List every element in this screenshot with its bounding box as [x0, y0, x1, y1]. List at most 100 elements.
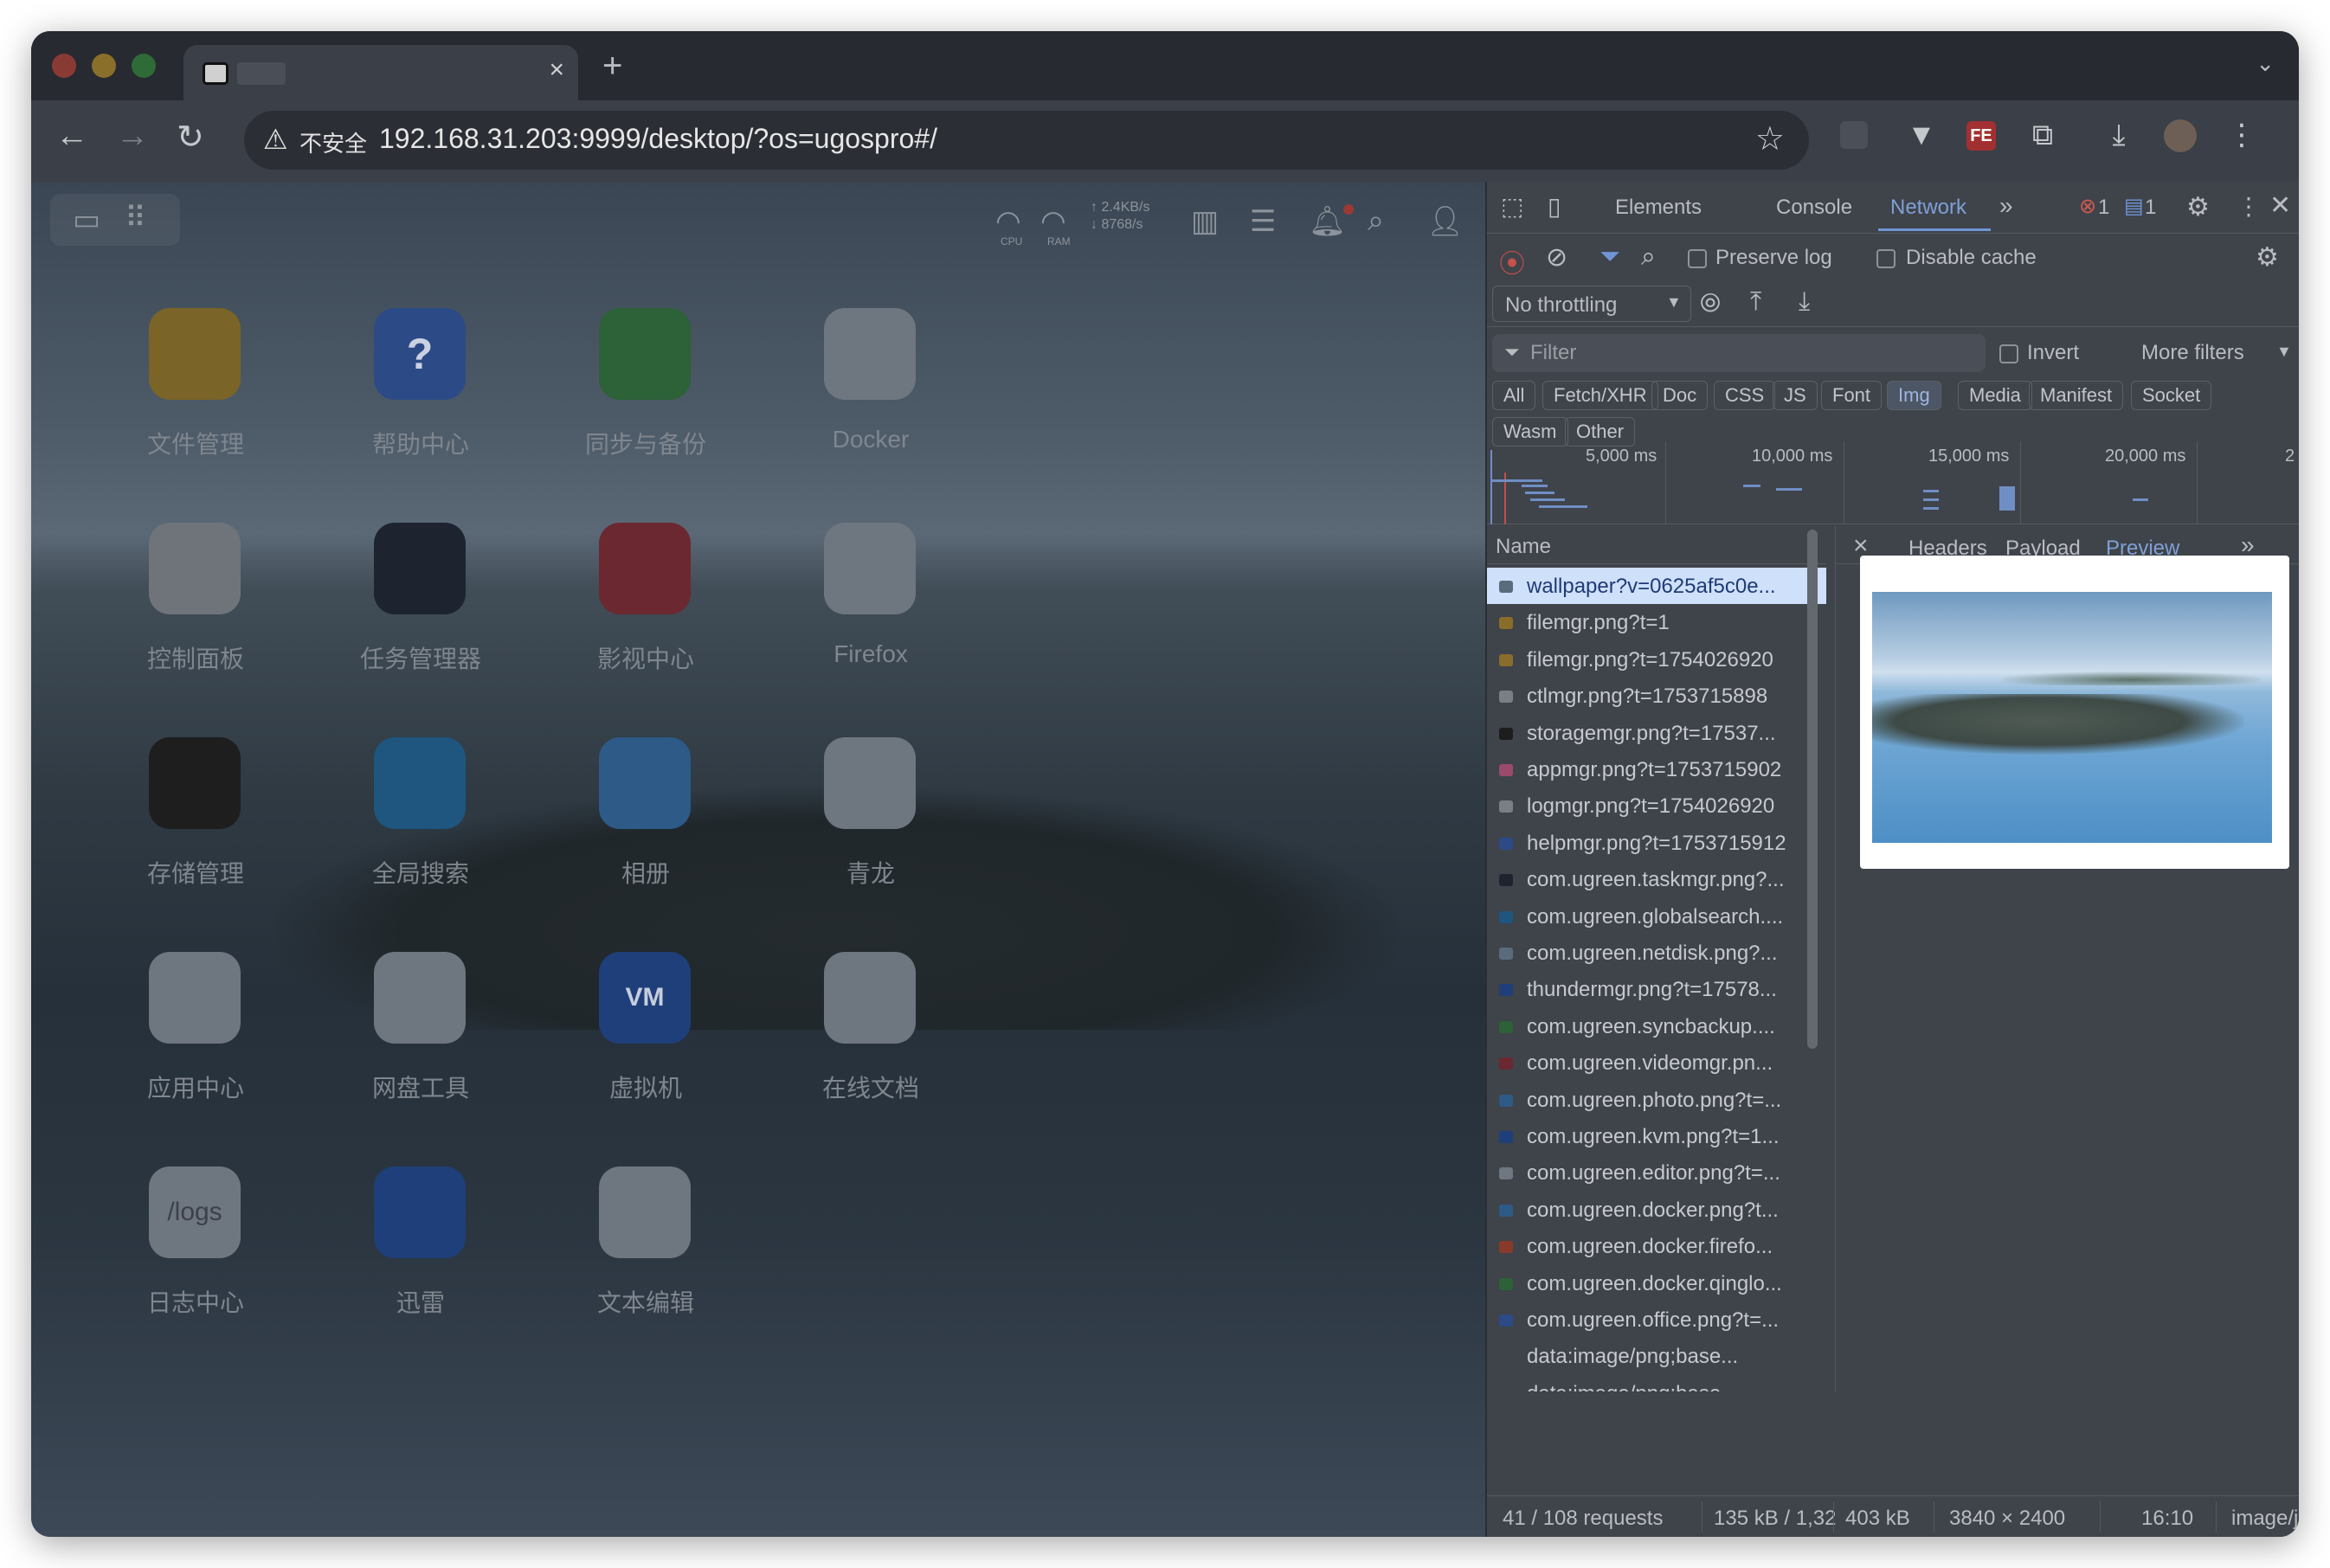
forward-button[interactable]: → — [116, 118, 149, 155]
tab-search-button[interactable]: ⌄ — [2256, 50, 2275, 77]
filter-funnel-icon[interactable]: ⏷ — [1599, 242, 1620, 272]
vue-devtools-icon[interactable]: ▼ — [1904, 118, 1939, 152]
request-row[interactable]: filemgr.png?t=1754026920 — [1487, 641, 1816, 678]
close-window-button[interactable] — [52, 54, 76, 78]
network-settings-icon[interactable]: ⚙ — [2256, 242, 2279, 273]
request-row[interactable]: com.ugreen.kvm.png?t=1... — [1487, 1118, 1816, 1154]
type-filter-manifest[interactable]: Manifest — [2029, 381, 2124, 410]
app-sync[interactable]: 同步与备份 — [542, 308, 750, 498]
request-row[interactable]: com.ugreen.docker.png?t... — [1487, 1192, 1816, 1228]
type-filter-doc[interactable]: Doc — [1651, 381, 1709, 410]
app-help[interactable]: ? 帮助中心 — [317, 308, 525, 498]
request-list-scrollbar[interactable] — [1807, 530, 1818, 1049]
tab-console[interactable]: Console — [1776, 196, 1852, 220]
app-control-panel[interactable]: 控制面板 — [92, 523, 299, 713]
request-row[interactable]: wallpaper?v=0625af5c0e... — [1487, 568, 1826, 604]
request-row[interactable]: ctlmgr.png?t=1753715898 — [1487, 678, 1816, 714]
address-bar[interactable]: ⚠ 不安全 192.168.31.203:9999/desktop/?os=ug… — [244, 111, 1809, 170]
type-filter-all[interactable]: All — [1492, 381, 1536, 410]
tab-network[interactable]: Network — [1890, 196, 1966, 220]
app-grid-icon[interactable]: ⠿ — [125, 201, 146, 235]
network-conditions-icon[interactable]: ⦾ — [1700, 289, 1721, 318]
type-filter-fetchxhr[interactable]: Fetch/XHR — [1542, 381, 1658, 410]
request-row[interactable]: filemgr.png?t=1 — [1487, 604, 1816, 640]
request-row[interactable]: thundermgr.png?t=17578... — [1487, 971, 1816, 1007]
notification-bell-icon[interactable]: 🔔︎ — [1309, 204, 1346, 239]
app-firefox[interactable]: Firefox — [767, 523, 975, 713]
invert-checkbox[interactable] — [1999, 344, 2018, 363]
widgets-icon[interactable]: ▥ — [1191, 204, 1219, 239]
url-text[interactable]: 192.168.31.203:9999/desktop/?os=ugospro#… — [379, 123, 937, 155]
browser-tab[interactable]: × — [183, 45, 578, 100]
import-har-icon[interactable]: ⤒ — [1750, 287, 1761, 317]
request-row[interactable]: data:image/png;base... — [1487, 1338, 1816, 1374]
back-button[interactable]: ← — [55, 118, 88, 155]
profile-avatar[interactable] — [2164, 119, 2197, 152]
extensions-puzzle-icon[interactable]: ⧉ — [2025, 118, 2060, 152]
request-row[interactable]: com.ugreen.taskmgr.png?... — [1487, 861, 1816, 897]
extension-icon[interactable] — [1840, 121, 1868, 149]
cpu-gauge-icon[interactable]: ◠ — [995, 204, 1021, 239]
bookmark-star-icon[interactable]: ☆ — [1755, 119, 1785, 158]
request-row[interactable]: com.ugreen.videomgr.pn... — [1487, 1044, 1816, 1081]
app-video[interactable]: 影视中心 — [542, 523, 750, 713]
request-row[interactable]: com.ugreen.netdisk.png?... — [1487, 935, 1816, 971]
settings-gear-icon[interactable]: ⚙ — [2186, 192, 2210, 222]
app-docker[interactable]: Docker — [767, 308, 975, 498]
request-row[interactable]: com.ugreen.docker.firefo... — [1487, 1228, 1816, 1264]
type-filter-css[interactable]: CSS — [1714, 381, 1776, 410]
request-row[interactable]: logmgr.png?t=1754026920 — [1487, 787, 1816, 824]
request-row[interactable]: com.ugreen.syncbackup.... — [1487, 1008, 1816, 1044]
insecure-label[interactable]: 不安全 — [299, 126, 367, 158]
app-task-manager[interactable]: 任务管理器 — [317, 523, 525, 713]
type-filter-socket[interactable]: Socket — [2131, 381, 2212, 410]
close-devtools-icon[interactable]: ✕ — [2269, 190, 2291, 221]
more-tabs-icon[interactable]: » — [1999, 192, 2013, 220]
new-tab-button[interactable]: + — [602, 47, 622, 86]
download-icon[interactable]: ⤓ — [2102, 118, 2136, 152]
app-qinglong[interactable]: 青龙 — [767, 737, 975, 928]
record-stop-icon[interactable]: ⦿ — [1499, 242, 1525, 280]
more-filters-dropdown[interactable]: More filters — [2141, 341, 2244, 365]
request-row[interactable]: com.ugreen.globalsearch.... — [1487, 898, 1816, 935]
throttling-select[interactable]: No throttling ▼ — [1492, 286, 1691, 322]
show-desktop-icon[interactable]: ▭ — [73, 202, 100, 237]
preserve-log-checkbox[interactable] — [1688, 249, 1707, 268]
app-netdisk[interactable]: 网盘工具 — [317, 952, 525, 1142]
reload-button[interactable]: ↻ — [177, 118, 204, 157]
app-text-editor[interactable]: 文本编辑 — [542, 1166, 750, 1357]
app-global-search[interactable]: 全局搜索 — [317, 737, 525, 928]
task-list-icon[interactable]: ☰ — [1250, 204, 1276, 239]
name-column-header[interactable]: Name — [1487, 526, 1826, 564]
request-row[interactable]: appmgr.png?t=1753715902 — [1487, 751, 1816, 787]
request-row[interactable]: helpmgr.png?t=1753715912 — [1487, 825, 1816, 861]
search-icon[interactable]: ⌕ — [1368, 204, 1384, 238]
tab-close-button[interactable]: × — [549, 55, 564, 85]
fehelper-icon[interactable]: FE — [1966, 121, 1996, 151]
disable-cache-checkbox[interactable] — [1876, 249, 1896, 268]
filter-input[interactable]: ⏷ Filter — [1492, 334, 1986, 372]
type-filter-media[interactable]: Media — [1958, 381, 2032, 410]
export-har-icon[interactable]: ⤓ — [1799, 287, 1810, 317]
zoom-window-button[interactable] — [132, 54, 156, 78]
search-network-icon[interactable]: ⌕ — [1641, 242, 1656, 272]
inspect-element-icon[interactable]: ⬚ — [1501, 192, 1523, 221]
app-photo[interactable]: 相册 — [542, 737, 750, 928]
tab-elements[interactable]: Elements — [1615, 196, 1702, 220]
request-row[interactable]: com.ugreen.docker.qinglo... — [1487, 1265, 1816, 1301]
app-logs[interactable]: /logs 日志中心 — [92, 1166, 299, 1357]
request-row[interactable]: com.ugreen.photo.png?t=... — [1487, 1082, 1816, 1118]
browser-menu-icon[interactable]: ⋮ — [2224, 118, 2259, 152]
ram-gauge-icon[interactable]: ◠ — [1040, 204, 1066, 239]
user-icon[interactable]: 👤︎ — [1426, 204, 1464, 239]
app-folder[interactable]: 文件管理 — [92, 308, 299, 498]
app-docs[interactable]: 在线文档 — [767, 952, 975, 1142]
request-row[interactable]: com.ugreen.office.png?t=... — [1487, 1301, 1816, 1338]
request-row[interactable]: data:image/png;base... — [1487, 1375, 1816, 1391]
app-storage[interactable]: 存储管理 — [92, 737, 299, 928]
type-filter-img[interactable]: Img — [1887, 381, 1941, 410]
app-vm[interactable]: VM 虚拟机 — [542, 952, 750, 1142]
request-row[interactable]: storagemgr.png?t=17537... — [1487, 715, 1816, 751]
devtools-menu-icon[interactable]: ⋮ — [2237, 192, 2261, 221]
device-toolbar-icon[interactable]: ▯ — [1548, 192, 1561, 221]
